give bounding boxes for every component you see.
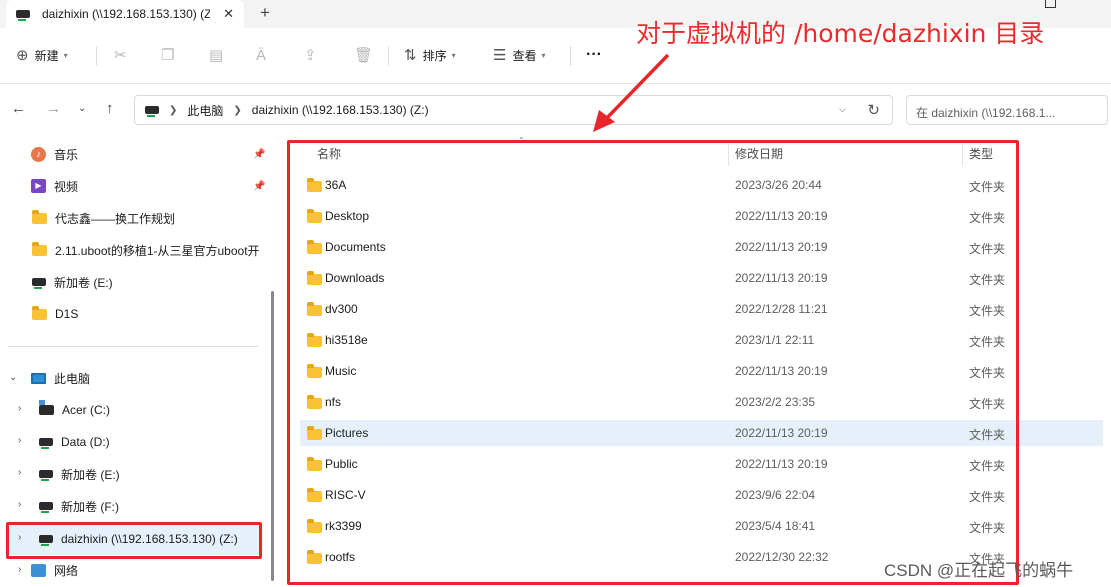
share-icon: ⇪ bbox=[304, 47, 317, 64]
music-icon: ♪ bbox=[31, 146, 46, 162]
breadcrumb-this-pc[interactable]: 此电脑 bbox=[187, 102, 223, 119]
folder-icon bbox=[32, 241, 47, 256]
sidebar-item-label: 此电脑 bbox=[54, 371, 91, 386]
sidebar-item-label: 网络 bbox=[54, 563, 79, 578]
new-label: 新建 bbox=[34, 48, 59, 63]
sidebar-item-label: 音乐 bbox=[54, 147, 79, 162]
chevron-right-icon[interactable]: › bbox=[18, 435, 21, 446]
rename-button[interactable]: Ā bbox=[256, 42, 272, 68]
chevron-right-icon: ❯ bbox=[169, 104, 178, 116]
sidebar-item-label: Data (D:) bbox=[61, 435, 110, 449]
sidebar-item-label: 新加卷 (E:) bbox=[61, 467, 120, 482]
sidebar-item-label: 代志鑫——换工作规划 bbox=[55, 211, 176, 226]
sidebar-item-drive-e[interactable]: 新加卷 (E:) bbox=[39, 461, 120, 487]
copy-icon: ❐ bbox=[161, 47, 175, 64]
view-label: 查看 bbox=[512, 48, 537, 63]
close-tab-icon[interactable]: ✕ bbox=[223, 6, 234, 22]
forward-arrow-icon[interactable]: → bbox=[46, 100, 61, 117]
tab-active[interactable]: daizhixin (\\192.168.153.130) (Z:) ✕ bbox=[6, 0, 244, 28]
new-tab-button[interactable]: + bbox=[260, 3, 270, 23]
chevron-down-icon: ▾ bbox=[451, 50, 456, 60]
pin-icon[interactable]: 📌 bbox=[253, 181, 265, 192]
toolbar-divider bbox=[570, 46, 571, 66]
network-icon bbox=[31, 563, 46, 577]
breadcrumb-current[interactable]: daizhixin (\\192.168.153.130) (Z:) bbox=[252, 103, 429, 117]
navigation-pane: ♪ 音乐 📌 ▶ 视频 📌 代志鑫——换工作规划 2.11.uboot的移植1-… bbox=[0, 136, 270, 587]
recent-chevron-icon[interactable]: ⌄ bbox=[78, 103, 86, 114]
annotation-highlight-box bbox=[287, 140, 1019, 585]
sidebar-item-folder[interactable]: 2.11.uboot的移植1-从三星官方uboot开 bbox=[32, 237, 268, 263]
rename-icon: Ā bbox=[256, 46, 267, 64]
address-bar[interactable]: ❯ 此电脑 ❯ daizhixin (\\192.168.153.130) (Z… bbox=[134, 95, 893, 125]
sidebar-item-label: 新加卷 (E:) bbox=[54, 275, 113, 290]
sidebar-item-label: 新加卷 (F:) bbox=[61, 499, 119, 514]
maximize-button[interactable] bbox=[1045, 0, 1056, 8]
sidebar-item-this-pc[interactable]: 此电脑 bbox=[31, 365, 90, 391]
chevron-down-icon[interactable]: ⌄ bbox=[9, 372, 17, 383]
sidebar-item-drive-f[interactable]: 新加卷 (F:) bbox=[39, 493, 119, 519]
chevron-right-icon[interactable]: › bbox=[18, 467, 21, 478]
sort-icon: ⇅ bbox=[404, 47, 417, 64]
address-row: ← → ⌄ ↑ ❯ 此电脑 ❯ daizhixin (\\192.168.153… bbox=[0, 84, 1111, 136]
annotation-arrow bbox=[593, 53, 670, 132]
sidebar-item-label: 2.11.uboot的移植1-从三星官方uboot开 bbox=[55, 243, 260, 258]
view-button[interactable]: ☰ 查看 ▾ bbox=[493, 42, 545, 68]
cut-icon: ✂ bbox=[114, 47, 127, 64]
cut-button[interactable]: ✂ bbox=[114, 42, 133, 68]
annotation-highlight-box bbox=[6, 522, 262, 559]
delete-button[interactable]: 🗑 bbox=[354, 42, 379, 68]
pin-icon[interactable]: 📌 bbox=[253, 149, 265, 160]
drive-icon bbox=[145, 106, 159, 117]
chevron-right-icon[interactable]: › bbox=[18, 564, 21, 575]
watermark: CSDN @正在起飞的蜗牛 bbox=[884, 561, 1074, 580]
sidebar-item-folder[interactable]: D1S bbox=[32, 301, 78, 327]
view-list-icon: ☰ bbox=[493, 47, 507, 64]
search-input[interactable]: 在 daizhixin (\\192.168.1... bbox=[906, 95, 1108, 125]
paste-button[interactable]: ▤ bbox=[209, 42, 229, 68]
up-arrow-icon[interactable]: ↑ bbox=[106, 100, 114, 117]
new-button[interactable]: ⊕ 新建 ▾ bbox=[16, 42, 68, 68]
refresh-icon[interactable]: ↻ bbox=[867, 101, 880, 119]
sort-label: 排序 bbox=[422, 48, 447, 63]
folder-icon bbox=[32, 305, 47, 320]
copy-button[interactable]: ❐ bbox=[161, 42, 180, 68]
tab-title: daizhixin (\\192.168.153.130) (Z:) bbox=[42, 7, 210, 21]
address-dropdown-icon[interactable]: ⌵ bbox=[839, 104, 846, 115]
drive-icon bbox=[32, 278, 46, 289]
sidebar-divider bbox=[8, 346, 258, 347]
sort-button[interactable]: ⇅ 排序 ▾ bbox=[404, 42, 456, 68]
chevron-down-icon: ▾ bbox=[541, 50, 546, 60]
chevron-right-icon: ❯ bbox=[233, 104, 242, 116]
folder-icon bbox=[32, 209, 47, 224]
drive-icon bbox=[16, 10, 30, 21]
chevron-right-icon[interactable]: › bbox=[18, 499, 21, 510]
drive-icon bbox=[39, 502, 53, 513]
paste-icon: ▤ bbox=[209, 47, 224, 64]
sidebar-item-videos[interactable]: ▶ 视频 bbox=[31, 173, 78, 199]
sidebar-item-drive-e[interactable]: 新加卷 (E:) bbox=[32, 269, 113, 295]
share-button[interactable]: ⇪ bbox=[304, 42, 323, 68]
sidebar-scrollbar[interactable] bbox=[271, 291, 274, 581]
sidebar-item-folder[interactable]: 代志鑫——换工作规划 bbox=[32, 205, 175, 231]
computer-icon bbox=[31, 372, 46, 384]
plus-circle-icon: ⊕ bbox=[16, 47, 29, 64]
sidebar-item-label: Acer (C:) bbox=[62, 403, 110, 417]
drive-icon bbox=[39, 438, 53, 449]
toolbar-divider bbox=[388, 46, 389, 66]
video-icon: ▶ bbox=[31, 179, 46, 193]
sidebar-item-label: 视频 bbox=[54, 179, 79, 194]
toolbar-divider bbox=[96, 46, 97, 66]
delete-icon: 🗑 bbox=[354, 47, 374, 64]
back-arrow-icon[interactable]: ← bbox=[11, 100, 26, 117]
sidebar-item-drive-c[interactable]: Acer (C:) bbox=[39, 397, 110, 423]
os-drive-icon bbox=[39, 400, 54, 415]
drive-icon bbox=[39, 470, 53, 481]
chevron-down-icon: ▾ bbox=[63, 50, 68, 60]
sidebar-item-music[interactable]: ♪ 音乐 bbox=[31, 141, 78, 167]
sidebar-item-drive-d[interactable]: Data (D:) bbox=[39, 429, 110, 455]
annotation-caption: 对于虚拟机的 /home/dazhixin 目录 bbox=[636, 19, 1045, 48]
chevron-right-icon[interactable]: › bbox=[18, 403, 21, 414]
sidebar-item-label: D1S bbox=[55, 307, 79, 321]
sidebar-item-network[interactable]: 网络 bbox=[31, 557, 78, 583]
